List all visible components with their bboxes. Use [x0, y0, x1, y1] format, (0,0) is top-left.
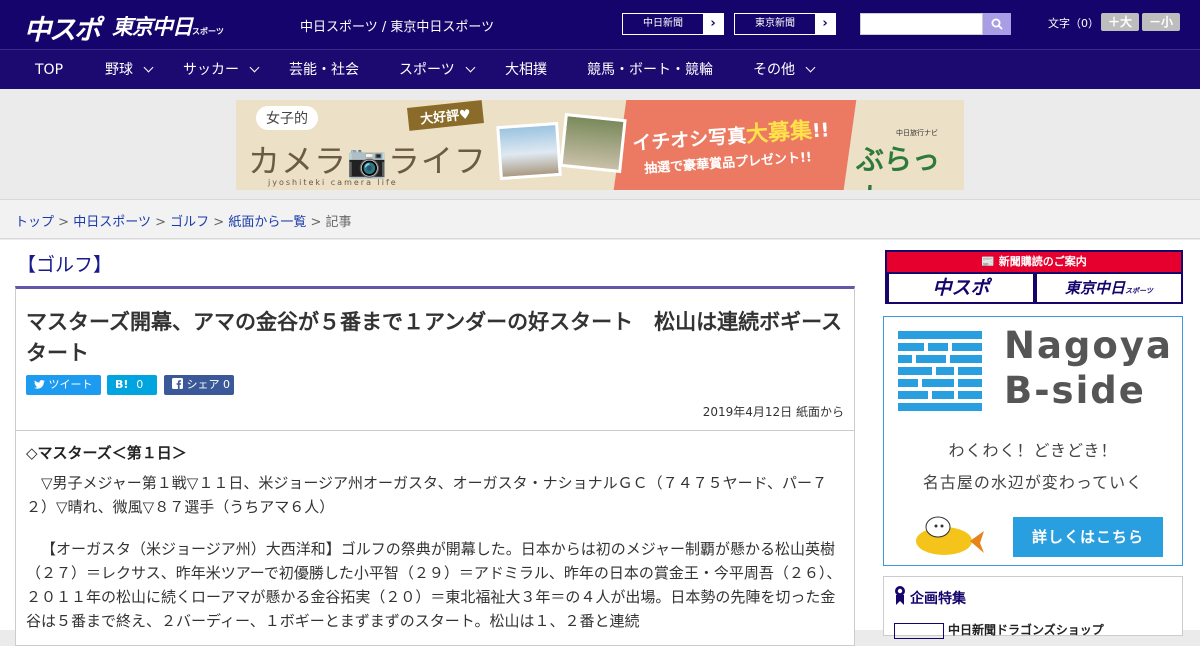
- nav-item-entertainment[interactable]: 芸能・社会: [289, 50, 359, 90]
- article-subtitle: ◇マスターズ＜第１日＞: [26, 444, 187, 462]
- search-icon: [991, 18, 1003, 30]
- breadcrumb-link-golf[interactable]: ゴルフ: [170, 215, 209, 230]
- subscription-banner[interactable]: 📰 新聞購読のご案内 中スポ 東京中日スポーツ: [885, 250, 1183, 304]
- chevron-right-icon: ›: [815, 14, 835, 34]
- chevron-down-icon: [143, 62, 154, 73]
- breadcrumb: トップ > 中日スポーツ > ゴルフ > 紙面から一覧 > 記事: [15, 211, 352, 230]
- bside-catch-1: わくわく！どきどき！: [948, 441, 1118, 460]
- facebook-share-button[interactable]: シェア 0: [164, 375, 234, 395]
- banner-ichioshi-post: !!: [811, 119, 831, 143]
- banner-burattabi-logo: ぶらっ人: [856, 143, 941, 190]
- hatena-count: 0: [136, 378, 144, 391]
- banner-subtitle: jyoshiteki camera life: [268, 178, 398, 187]
- banner-photo: [559, 112, 627, 174]
- nav-item-sumo[interactable]: 大相撲: [505, 50, 547, 90]
- article-date: 2019年4月12日 紙面から: [702, 405, 844, 419]
- chuspo-logo[interactable]: 中スポ: [24, 8, 101, 47]
- breadcrumb-link-top[interactable]: トップ: [15, 215, 54, 230]
- nav-item-racing[interactable]: 競馬・ボート・競輪: [587, 50, 713, 90]
- breadcrumb-link-list[interactable]: 紙面から一覧: [228, 215, 306, 230]
- tokyo-logo-small: スポーツ: [192, 27, 224, 36]
- nav-item-top[interactable]: TOP: [35, 50, 63, 90]
- breadcrumb-current: 記事: [325, 215, 352, 230]
- banner-joshi-text: 女子的: [256, 106, 318, 130]
- breadcrumb-sep: >: [213, 215, 225, 230]
- nav-item-soccer[interactable]: サッカー: [183, 50, 260, 90]
- subscribe-tokyo-small: スポーツ: [1125, 287, 1153, 295]
- banner-tabinavi: 中日旅行ナビ: [896, 129, 938, 137]
- tokyo-chunichi-logo[interactable]: 東京中日スポーツ: [112, 11, 224, 41]
- bside-title-line1: Nagoya: [1004, 324, 1173, 367]
- chevron-down-icon: [465, 62, 476, 73]
- subscribe-tokyo-logo[interactable]: 東京中日スポーツ: [1037, 274, 1181, 302]
- category-title: 【ゴルフ】: [17, 254, 113, 276]
- font-smaller-button[interactable]: －小: [1142, 13, 1180, 31]
- tweet-button[interactable]: ツイート: [26, 375, 101, 395]
- fried-shrimp-mascot-icon: [916, 516, 984, 555]
- nav-item-other[interactable]: その他: [753, 50, 816, 90]
- facebook-share-count: 0: [223, 378, 230, 391]
- bside-title-line2: B-side: [1004, 369, 1146, 412]
- chevron-down-icon: [249, 62, 260, 73]
- nav-label: スポーツ: [399, 62, 455, 78]
- font-size-label: 文字（0）: [1048, 17, 1099, 30]
- nav-item-sports[interactable]: スポーツ: [399, 50, 476, 90]
- main-nav: TOP 野球 サッカー 芸能・社会 スポーツ 大相撲 競馬・ボート・競輪 その他: [0, 49, 1200, 89]
- search-button[interactable]: [983, 13, 1011, 35]
- nav-item-baseball[interactable]: 野球: [105, 50, 154, 90]
- breadcrumb-sep: >: [155, 215, 166, 230]
- banner-photo: [496, 121, 562, 181]
- hatena-bookmark-button[interactable]: B! 0: [107, 375, 157, 395]
- site-links[interactable]: 中日スポーツ / 東京中日スポーツ: [300, 16, 494, 35]
- subscribe-chuspo-logo[interactable]: 中スポ: [889, 274, 1033, 302]
- brick-wall-icon: [898, 331, 982, 411]
- banner-ichioshi-big: 大募集: [745, 118, 813, 148]
- article-divider: [16, 430, 854, 431]
- tweet-label: ツイート: [48, 378, 93, 391]
- banner-camera-life-title: カメラ📷ライフ: [248, 142, 487, 180]
- top-header: 中スポ 東京中日スポーツ 中日スポーツ / 東京中日スポーツ 中日新聞 › 東京…: [0, 0, 1200, 49]
- twitter-bird-icon: [34, 380, 45, 389]
- breadcrumb-sep: >: [58, 215, 70, 230]
- article: マスターズ開幕、アマの金谷が５番まで１アンダーの好スタート 松山は連続ボギースタ…: [15, 286, 855, 646]
- nav-label: 競馬・ボート・競輪: [587, 62, 713, 78]
- article-paragraph: 【オーガスタ（米ジョージア州）大西洋和】ゴルフの祭典が開幕した。日本からは初のメ…: [26, 540, 842, 630]
- nav-label: 芸能・社会: [289, 62, 359, 78]
- banner-daikohyo-badge: 大好評♥: [407, 100, 484, 131]
- search-input[interactable]: [860, 13, 983, 35]
- chevron-down-icon: [805, 62, 816, 73]
- camera-life-banner[interactable]: 女子的 カメラ📷ライフ jyoshiteki camera life 大好評♥ …: [236, 100, 964, 190]
- nagoya-bside-ad[interactable]: Nagoya B-side わくわく！どきどき！ 名古屋の水辺が変わっていく 詳し…: [883, 316, 1183, 566]
- subscribe-tokyo-text: 東京中日: [1065, 279, 1126, 297]
- nav-label: その他: [753, 62, 795, 78]
- article-paragraph: ▽男子メジャー第１戦▽１１日、米ジョージア州オーガスタ、オーガスタ・ナショナルＧ…: [26, 474, 827, 516]
- facebook-share-label: シェア: [186, 378, 220, 391]
- nav-label: サッカー: [183, 62, 239, 78]
- chunichi-shimbun-label: 中日新聞: [643, 18, 683, 29]
- chunichi-shimbun-button[interactable]: 中日新聞 ›: [622, 13, 724, 35]
- bside-title: Nagoya B-side: [1004, 323, 1173, 413]
- bside-details-button[interactable]: 詳しくはこちら: [1013, 517, 1163, 557]
- nav-label: 野球: [105, 62, 133, 78]
- special-feature-thumb[interactable]: [894, 623, 944, 639]
- special-feature-title: 企画特集: [910, 591, 966, 607]
- hatena-icon: B!: [115, 378, 129, 391]
- breadcrumb-sep: >: [310, 215, 322, 230]
- ribbon-icon: [895, 586, 905, 605]
- nav-label: 大相撲: [505, 62, 547, 78]
- special-feature-box: 企画特集 中日新聞ドラゴンズショップ: [883, 576, 1183, 639]
- breadcrumb-link-chuspo[interactable]: 中日スポーツ: [73, 215, 151, 230]
- tokyo-logo-text: 東京中日: [112, 15, 193, 39]
- tokyo-shimbun-label: 東京新聞: [755, 18, 795, 29]
- facebook-icon: [172, 378, 183, 389]
- bside-catch-2: 名古屋の水辺が変わっていく: [922, 473, 1144, 492]
- tokyo-shimbun-button[interactable]: 東京新聞 ›: [734, 13, 836, 35]
- article-headline: マスターズ開幕、アマの金谷が５番まで１アンダーの好スタート 松山は連続ボギースタ…: [26, 310, 843, 365]
- chevron-right-icon: ›: [703, 14, 723, 34]
- breadcrumb-bar: トップ > 中日スポーツ > ゴルフ > 紙面から一覧 > 記事: [0, 199, 1200, 239]
- font-bigger-button[interactable]: ＋大: [1101, 13, 1139, 31]
- subscription-head: 📰 新聞購読のご案内: [887, 252, 1181, 272]
- nav-label: TOP: [35, 62, 64, 78]
